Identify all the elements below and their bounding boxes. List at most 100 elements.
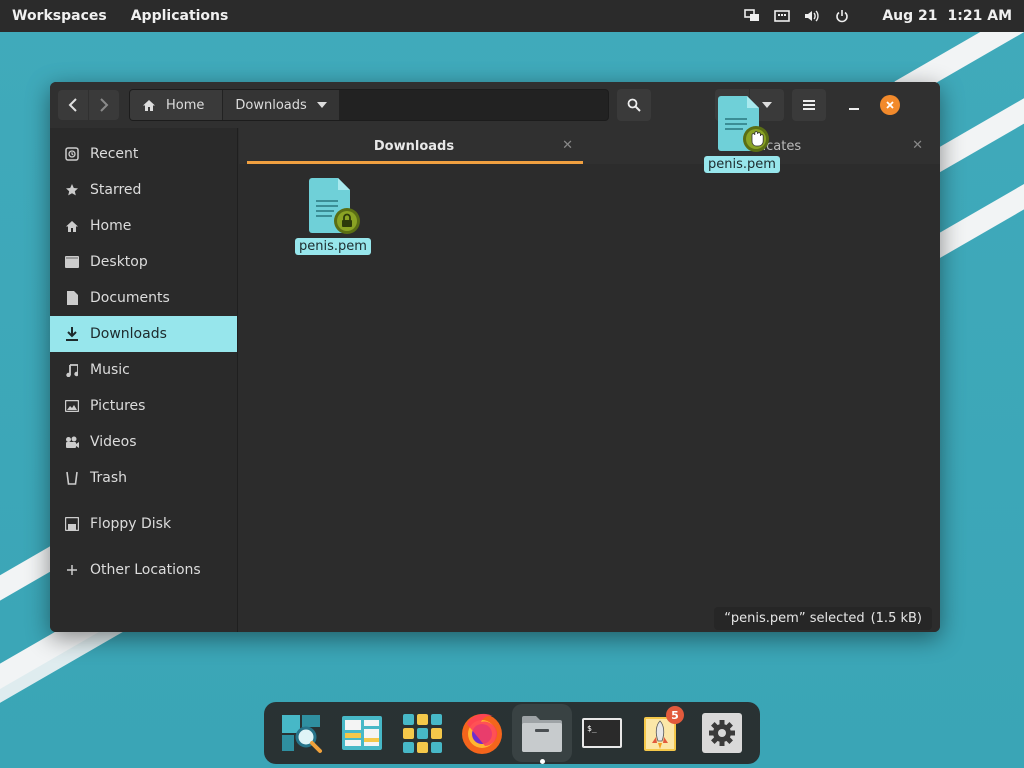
drag-ghost: penis.pem	[704, 94, 780, 173]
floppy-icon	[64, 516, 80, 532]
sidebar-item-floppy-disk[interactable]: Floppy Disk	[50, 506, 237, 542]
workspaces-app-icon	[342, 716, 382, 750]
certificate-file-icon	[718, 96, 769, 152]
home-icon	[143, 99, 155, 111]
time-label: 1:21 AM	[947, 8, 1012, 24]
dock: $_ 5	[264, 702, 760, 764]
tab-downloads[interactable]: Downloads ✕	[239, 128, 589, 164]
dock-item-workspaces[interactable]	[332, 704, 392, 762]
applications-button[interactable]: Applications	[131, 8, 229, 24]
desktop-icon	[64, 254, 80, 270]
back-button[interactable]	[58, 90, 88, 120]
sidebar-item-music[interactable]: Music	[50, 352, 237, 388]
drag-file-name-label: penis.pem	[704, 156, 780, 173]
file-item[interactable]: penis.pem	[295, 176, 371, 255]
status-bar: “penis.pem” selected (1.5 kB)	[714, 607, 932, 630]
hamburger-icon	[803, 100, 815, 110]
sidebar-item-label: Documents	[90, 290, 170, 306]
sidebar-item-label: Other Locations	[90, 562, 201, 578]
music-icon	[64, 362, 80, 378]
file-name-label: penis.pem	[295, 238, 371, 255]
tab-bar: Downloads ✕ Certificates ✕	[239, 128, 940, 164]
sidebar-item-downloads[interactable]: Downloads	[50, 316, 237, 352]
sidebar-item-videos[interactable]: Videos	[50, 424, 237, 460]
minimize-icon	[849, 108, 859, 110]
tab-label: Downloads	[373, 138, 455, 154]
headerbar: Home Downloads	[50, 82, 940, 128]
close-button[interactable]	[880, 95, 900, 115]
download-icon	[64, 326, 80, 342]
keyboard-icon[interactable]	[774, 8, 791, 24]
power-icon[interactable]	[834, 8, 850, 24]
sidebar-item-documents[interactable]: Documents	[50, 280, 237, 316]
sidebar-item-pictures[interactable]: Pictures	[50, 388, 237, 424]
star-icon	[64, 182, 80, 198]
path-bar: Home Downloads	[129, 89, 609, 121]
sidebar-item-label: Downloads	[90, 326, 167, 342]
pictures-icon	[64, 398, 80, 414]
sidebar-item-other-locations[interactable]: Other Locations	[50, 552, 237, 588]
chevron-left-icon	[68, 98, 77, 112]
path-home-button[interactable]: Home	[130, 90, 223, 120]
sidebar-item-label: Recent	[90, 146, 139, 162]
dock-item-settings[interactable]	[692, 704, 752, 762]
gear-icon	[702, 713, 742, 753]
top-panel: Workspaces Applications Aug 21 1:21 AM	[0, 0, 1024, 32]
search-icon	[627, 98, 641, 112]
sidebar-item-label: Desktop	[90, 254, 148, 270]
clock[interactable]: Aug 21 1:21 AM	[882, 8, 1012, 24]
file-manager-window: Home Downloads Recent Starred Home Deskt…	[50, 82, 940, 632]
chevron-right-icon	[100, 98, 109, 112]
firefox-icon	[462, 713, 502, 754]
sidebar-item-label: Starred	[90, 182, 142, 198]
workspaces-button[interactable]: Workspaces	[12, 8, 107, 24]
sidebar-item-starred[interactable]: Starred	[50, 172, 237, 208]
search-app-icon	[282, 715, 322, 753]
status-text: “penis.pem” selected	[724, 611, 865, 626]
path-home-label: Home	[166, 97, 205, 113]
search-button[interactable]	[617, 89, 651, 121]
running-indicator	[540, 759, 545, 764]
sidebar-item-label: Music	[90, 362, 130, 378]
sidebar-separator	[50, 496, 237, 506]
minimize-button[interactable]	[840, 91, 868, 119]
close-tab-icon[interactable]: ✕	[562, 138, 573, 153]
recent-icon	[64, 146, 80, 162]
screens-icon[interactable]	[744, 8, 760, 24]
date-label: Aug 21	[882, 8, 938, 24]
videos-icon	[64, 434, 80, 450]
dropdown-arrow-icon	[316, 102, 327, 108]
terminal-icon: $_	[582, 718, 622, 748]
home-icon	[64, 218, 80, 234]
dock-item-app-grid[interactable]	[392, 704, 452, 762]
path-downloads-label: Downloads	[235, 97, 307, 113]
update-badge: 5	[666, 706, 684, 724]
trash-icon	[64, 470, 80, 486]
main-menu-button[interactable]	[792, 89, 826, 121]
sidebar-item-recent[interactable]: Recent	[50, 136, 237, 172]
forward-button[interactable]	[89, 90, 119, 120]
sidebar-item-label: Floppy Disk	[90, 516, 172, 532]
sidebar-item-label: Home	[90, 218, 132, 234]
status-size: (1.5 kB)	[870, 611, 922, 626]
dock-item-pop-shop[interactable]: 5	[632, 704, 692, 762]
sidebar-item-label: Pictures	[90, 398, 146, 414]
sidebar-item-desktop[interactable]: Desktop	[50, 244, 237, 280]
close-tab-icon[interactable]: ✕	[912, 138, 923, 153]
main-view: Downloads ✕ Certificates ✕	[239, 128, 940, 632]
dock-item-search[interactable]	[272, 704, 332, 762]
sidebar-item-home[interactable]: Home	[50, 208, 237, 244]
dock-item-terminal[interactable]: $_	[572, 704, 632, 762]
dock-item-firefox[interactable]	[452, 704, 512, 762]
file-grid[interactable]: penis.pem “penis.pem” selected (1.5 kB)	[239, 164, 940, 632]
dock-item-files[interactable]	[512, 704, 572, 764]
path-downloads-button[interactable]: Downloads	[222, 90, 339, 120]
sidebar-item-trash[interactable]: Trash	[50, 460, 237, 496]
sidebar-item-label: Trash	[90, 470, 127, 486]
volume-icon[interactable]	[804, 8, 820, 24]
sidebar: Recent Starred Home Desktop Documents Do…	[50, 128, 238, 632]
plus-icon	[64, 562, 80, 578]
sidebar-item-label: Videos	[90, 434, 137, 450]
svg-text:$_: $_	[587, 724, 597, 733]
document-icon	[64, 290, 80, 306]
